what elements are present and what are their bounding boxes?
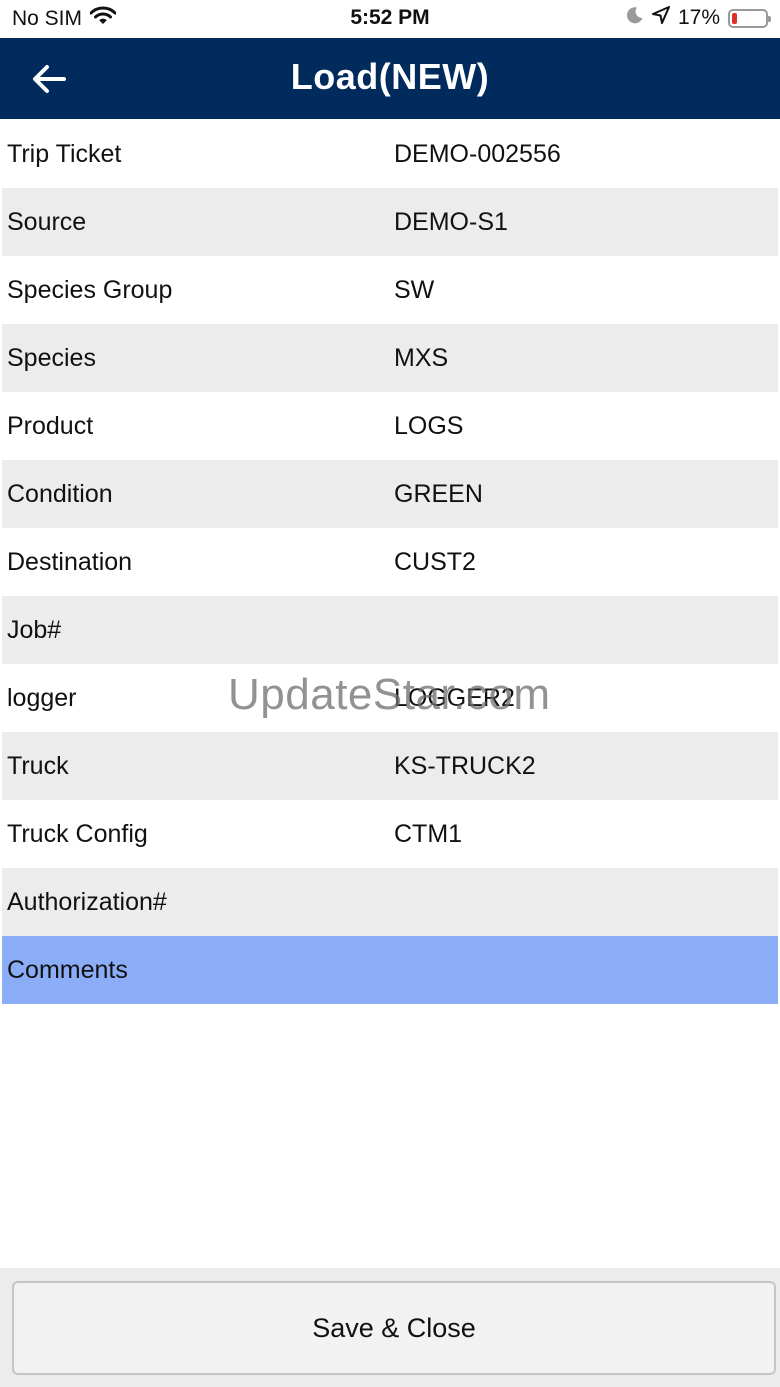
- field-value: CTM1: [394, 819, 463, 848]
- field-row-product[interactable]: Product LOGS: [2, 392, 778, 460]
- field-row-truck[interactable]: Truck KS-TRUCK2: [2, 732, 778, 800]
- field-value: LOGGER2: [394, 683, 515, 712]
- field-label: Condition: [7, 479, 113, 508]
- field-value: KS-TRUCK2: [394, 751, 536, 780]
- field-label: Species Group: [7, 275, 173, 304]
- field-value: DEMO-002556: [394, 139, 561, 168]
- bottom-action-bar: Save & Close: [0, 1268, 780, 1387]
- field-label: Species: [7, 343, 96, 372]
- battery-level-fill: [732, 12, 737, 24]
- field-row-source[interactable]: Source DEMO-S1: [2, 188, 778, 256]
- page-title: Load(NEW): [290, 56, 490, 97]
- field-label: Source: [7, 207, 87, 236]
- field-label: Job#: [7, 615, 62, 644]
- field-value: LOGS: [394, 411, 464, 440]
- app-header: Load(NEW): [0, 38, 780, 119]
- field-value: SW: [394, 275, 435, 304]
- field-value: MXS: [394, 343, 449, 372]
- battery-icon: [728, 8, 771, 28]
- battery-percent: 17%: [677, 6, 720, 29]
- field-row-job[interactable]: Job#: [2, 596, 778, 664]
- save-close-button[interactable]: Save & Close: [12, 1281, 776, 1375]
- field-row-authorization[interactable]: Authorization#: [2, 868, 778, 936]
- field-value: GREEN: [394, 479, 483, 508]
- status-bar: No SIM 5:52 PM 17%: [0, 0, 780, 38]
- field-value: DEMO-S1: [394, 207, 508, 236]
- location-arrow-icon: [651, 6, 670, 30]
- moon-icon: [626, 6, 644, 30]
- field-row-species-group[interactable]: Species Group SW: [2, 256, 778, 324]
- form-field-list: Trip Ticket DEMO-002556 Source DEMO-S1 Speci…: [2, 120, 778, 1004]
- field-label: Trip Ticket: [7, 139, 122, 168]
- field-row-species[interactable]: Species MXS: [2, 324, 778, 392]
- field-label: logger: [7, 683, 77, 712]
- field-row-truck-config[interactable]: Truck Config CTM1: [2, 800, 778, 868]
- field-row-destination[interactable]: Destination CUST2: [2, 528, 778, 596]
- field-label: Truck: [7, 751, 69, 780]
- field-label: Truck Config: [7, 819, 148, 848]
- status-right: 17%: [626, 6, 771, 30]
- field-row-logger[interactable]: logger LOGGER2: [2, 664, 778, 732]
- field-row-trip-ticket[interactable]: Trip Ticket DEMO-002556: [2, 120, 778, 188]
- field-row-comments[interactable]: Comments: [2, 936, 778, 1004]
- field-label: Product: [7, 411, 94, 440]
- field-label: Destination: [7, 547, 133, 576]
- field-label: Authorization#: [7, 887, 167, 916]
- field-value: CUST2: [394, 547, 476, 576]
- field-row-condition[interactable]: Condition GREEN: [2, 460, 778, 528]
- field-label: Comments: [7, 955, 128, 984]
